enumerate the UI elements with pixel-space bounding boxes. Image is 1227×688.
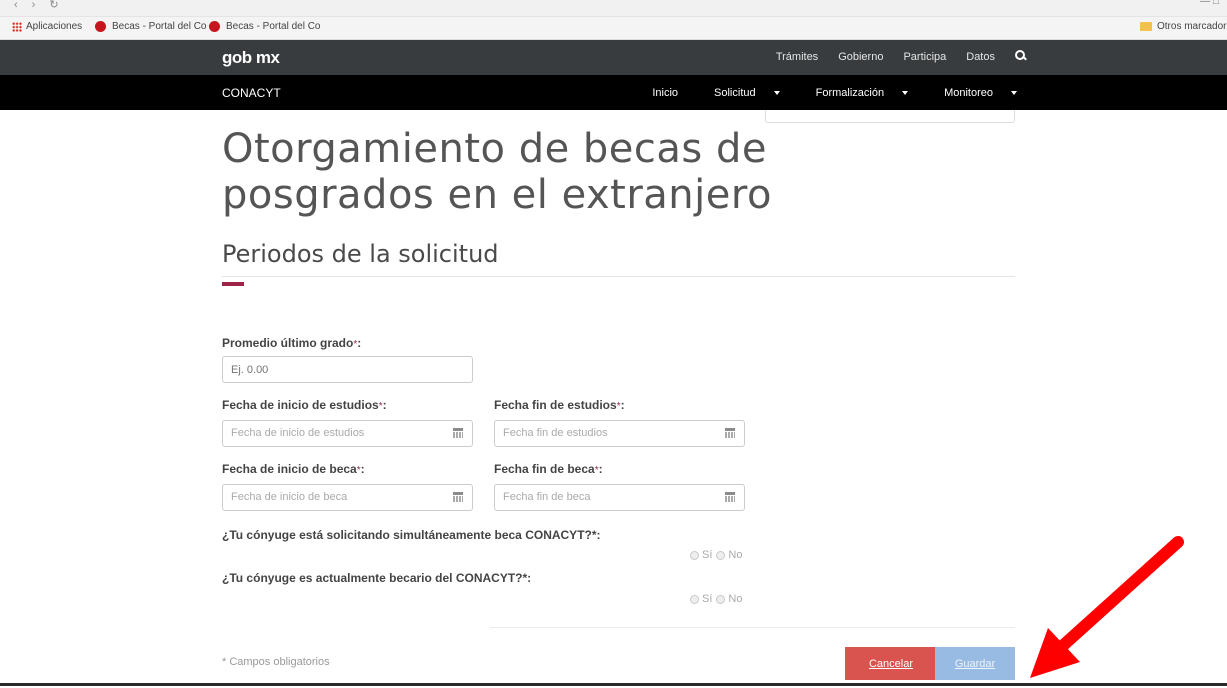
promedio-label: Promedio último grado*: bbox=[222, 336, 362, 350]
conacyt-header: CONACYT Inicio Solicitud Formalización M… bbox=[0, 75, 1227, 110]
radio-no-label[interactable]: No bbox=[728, 593, 742, 605]
promedio-label-text: Promedio último grado bbox=[222, 336, 354, 350]
fecha-inicio-estudios-label-text: Fecha de inicio de estudios bbox=[222, 398, 379, 412]
promedio-input[interactable] bbox=[222, 356, 473, 383]
nav-item-monitoreo[interactable]: Monitoreo bbox=[926, 87, 1017, 99]
caret-down-icon bbox=[1011, 91, 1017, 96]
folder-icon bbox=[1140, 22, 1152, 31]
calendar-icon[interactable] bbox=[725, 428, 735, 438]
required-marker: * bbox=[353, 339, 358, 350]
fecha-inicio-estudios-input[interactable]: Fecha de inicio de estudios bbox=[222, 420, 473, 447]
fecha-inicio-beca-input[interactable]: Fecha de inicio de beca bbox=[222, 484, 473, 511]
gob-link-tramites[interactable]: Trámites bbox=[776, 51, 818, 63]
required-marker: * bbox=[594, 465, 599, 476]
apps-grid-icon bbox=[12, 21, 22, 32]
nav-label: Formalización bbox=[815, 87, 885, 99]
conyuge-becario-label: ¿Tu cónyuge es actualmente becario del C… bbox=[222, 571, 532, 585]
red-arrow-annotation bbox=[1030, 536, 1184, 678]
gob-link-participa[interactable]: Participa bbox=[903, 51, 946, 63]
radio-no-label[interactable]: No bbox=[728, 549, 742, 561]
bookmark-apps-label: Aplicaciones bbox=[26, 21, 83, 32]
gob-header: gob mx Trámites Gobierno Participa Datos bbox=[0, 40, 1227, 75]
conacyt-nav: Inicio Solicitud Formalización Monitoreo bbox=[616, 87, 1017, 99]
required-marker: * bbox=[378, 401, 383, 412]
radio-no[interactable] bbox=[716, 550, 726, 560]
section-title: Periodos de la solicitud bbox=[222, 240, 499, 268]
required-marker: * bbox=[616, 401, 621, 412]
bookmark-becas-2[interactable]: Becas - Portal del Co bbox=[209, 21, 321, 32]
calendar-icon[interactable] bbox=[453, 428, 463, 438]
bookmark-other[interactable]: Otros marcadore bbox=[1140, 21, 1227, 32]
nav-label: Monitoreo bbox=[944, 87, 993, 99]
fecha-inicio-beca-label: Fecha de inicio de beca*: bbox=[222, 462, 365, 476]
bookmark-apps[interactable]: Aplicaciones bbox=[12, 21, 82, 32]
calendar-icon[interactable] bbox=[453, 492, 463, 502]
bookmark-becas-1[interactable]: Becas - Portal del Co bbox=[95, 21, 207, 32]
conacyt-favicon-icon bbox=[95, 21, 106, 32]
form-footer-divider bbox=[490, 627, 1015, 628]
caret-down-icon bbox=[902, 91, 909, 96]
placeholder-text: Fecha fin de estudios bbox=[503, 427, 608, 439]
gob-link-gobierno[interactable]: Gobierno bbox=[838, 51, 883, 63]
conyuge-becario-radio-group: Sí No bbox=[690, 593, 742, 605]
fecha-fin-beca-label: Fecha fin de beca*: bbox=[494, 462, 603, 476]
bookmark-label: Becas - Portal del Co bbox=[112, 21, 207, 32]
section-divider bbox=[222, 276, 1015, 277]
fecha-fin-estudios-input[interactable]: Fecha fin de estudios bbox=[494, 420, 745, 447]
radio-si-label[interactable]: Sí bbox=[702, 593, 712, 605]
conacyt-favicon-icon bbox=[209, 21, 220, 32]
caret-down-icon bbox=[773, 91, 780, 96]
nav-item-solicitud[interactable]: Solicitud bbox=[696, 87, 780, 99]
conacyt-title[interactable]: CONACYT bbox=[222, 86, 281, 100]
gob-links: Trámites Gobierno Participa Datos bbox=[756, 50, 1025, 63]
required-fields-note: * Campos obligatorios bbox=[222, 656, 330, 668]
conyuge-solicitando-label: ¿Tu cónyuge está solicitando simultáneam… bbox=[222, 528, 601, 542]
placeholder-text: Fecha de inicio de beca bbox=[231, 491, 348, 503]
bookmark-other-label: Otros marcadore bbox=[1157, 21, 1227, 32]
fecha-fin-beca-input[interactable]: Fecha fin de beca bbox=[494, 484, 745, 511]
search-icon[interactable] bbox=[1015, 50, 1025, 60]
section-accent-bar bbox=[222, 282, 244, 286]
bookmark-label: Becas - Portal del Co bbox=[226, 21, 321, 32]
nav-label: Solicitud bbox=[714, 87, 756, 99]
conyuge-solicitando-radio-group: Sí No bbox=[690, 549, 742, 561]
nav-item-inicio[interactable]: Inicio bbox=[634, 87, 678, 99]
fecha-fin-estudios-label-text: Fecha fin de estudios bbox=[494, 398, 617, 412]
required-marker: * bbox=[356, 465, 361, 476]
dropdown-menu-remnant bbox=[765, 110, 1015, 123]
gob-link-datos[interactable]: Datos bbox=[966, 51, 995, 63]
fecha-fin-beca-label-text: Fecha fin de beca bbox=[494, 462, 595, 476]
fecha-inicio-beca-label-text: Fecha de inicio de beca bbox=[222, 462, 357, 476]
save-button[interactable]: Guardar bbox=[935, 647, 1015, 680]
radio-si[interactable] bbox=[690, 550, 699, 560]
nav-label: Inicio bbox=[652, 87, 679, 99]
radio-no[interactable] bbox=[716, 594, 726, 604]
browser-address-strip: ‹›↻ — □ bbox=[0, 0, 1227, 17]
fecha-inicio-estudios-label: Fecha de inicio de estudios*: bbox=[222, 398, 387, 412]
fecha-fin-estudios-label: Fecha fin de estudios*: bbox=[494, 398, 625, 412]
radio-si-label[interactable]: Sí bbox=[702, 549, 712, 561]
placeholder-text: Fecha fin de beca bbox=[503, 491, 591, 503]
calendar-icon[interactable] bbox=[725, 492, 735, 502]
placeholder-text: Fecha de inicio de estudios bbox=[231, 427, 365, 439]
window-controls-icon[interactable]: — □ bbox=[1200, 0, 1219, 7]
browser-nav-icons[interactable]: ‹›↻ bbox=[14, 0, 73, 11]
arrow-shaft bbox=[1052, 536, 1184, 656]
nav-item-formalizacion[interactable]: Formalización bbox=[798, 87, 909, 99]
radio-si[interactable] bbox=[690, 594, 699, 604]
bookmarks-bar: Aplicaciones Becas - Portal del Co Becas… bbox=[0, 17, 1227, 40]
cancel-button[interactable]: Cancelar bbox=[845, 647, 937, 680]
gob-logo[interactable]: gob mx bbox=[222, 48, 280, 68]
page-title: Otorgamiento de becas de posgrados en el… bbox=[222, 126, 772, 218]
